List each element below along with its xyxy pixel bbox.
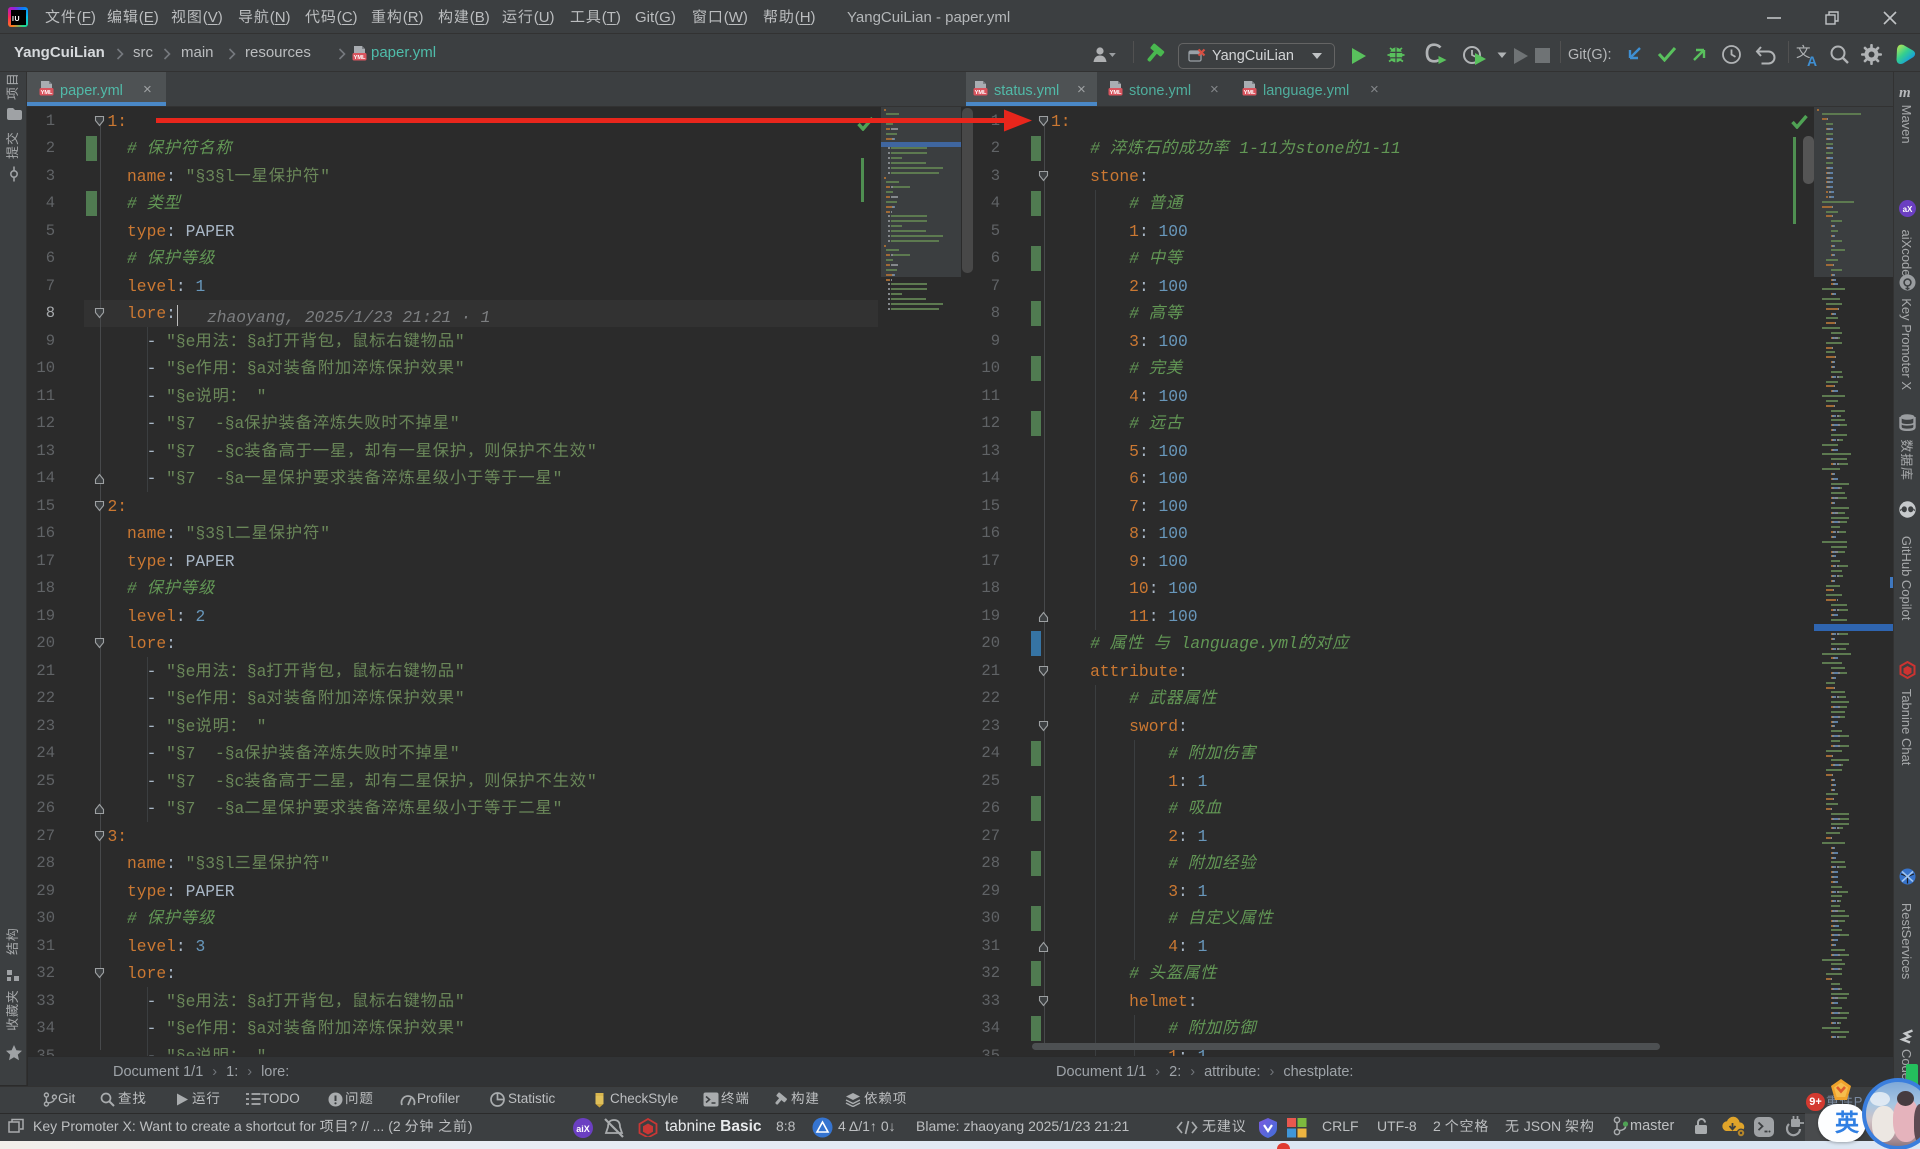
svg-text:aiX: aiX (576, 1124, 590, 1134)
